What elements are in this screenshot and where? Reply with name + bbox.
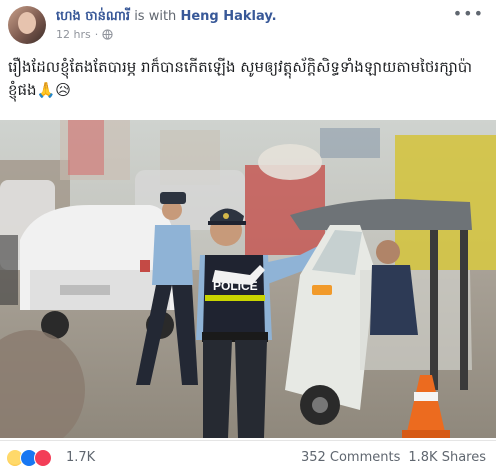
comments-link[interactable]: 352 Comments bbox=[301, 450, 400, 465]
post-meta: 12 hrs · bbox=[56, 28, 113, 41]
globe-icon bbox=[102, 29, 113, 40]
love-reaction-icon bbox=[34, 449, 52, 467]
reactions-summary[interactable] bbox=[6, 449, 52, 467]
shares-link[interactable]: 1.8K Shares bbox=[408, 450, 486, 465]
post-footer: 1.7K 352 Comments 1.8K Shares bbox=[0, 440, 496, 475]
post-photo[interactable]: POLICE bbox=[0, 120, 496, 438]
traffic-police-photo: POLICE bbox=[0, 120, 496, 438]
more-options-button[interactable]: ••• bbox=[453, 4, 484, 23]
author-name[interactable]: ហេង ចាន់ណារី bbox=[56, 9, 130, 24]
author-line: ហេង ចាន់ណារី is with Heng Haklay. bbox=[56, 8, 277, 27]
post-caption: រឿងដែលខ្ញុំតែងតែបារម្ភ រាក៏បានកើតឡើង សូម… bbox=[8, 58, 473, 99]
post-time[interactable]: 12 hrs bbox=[56, 28, 91, 41]
engagement-stats: 352 Comments 1.8K Shares bbox=[301, 450, 486, 465]
with-text: is with bbox=[134, 9, 177, 24]
facebook-post: ហេង ចាន់ណារី is with Heng Haklay. 12 hrs… bbox=[0, 0, 496, 474]
author-avatar[interactable] bbox=[8, 6, 46, 44]
tagged-person[interactable]: Heng Haklay. bbox=[180, 9, 276, 24]
post-header: ហេង ចាន់ណារី is with Heng Haklay. 12 hrs… bbox=[0, 0, 496, 50]
reaction-count[interactable]: 1.7K bbox=[66, 450, 95, 465]
